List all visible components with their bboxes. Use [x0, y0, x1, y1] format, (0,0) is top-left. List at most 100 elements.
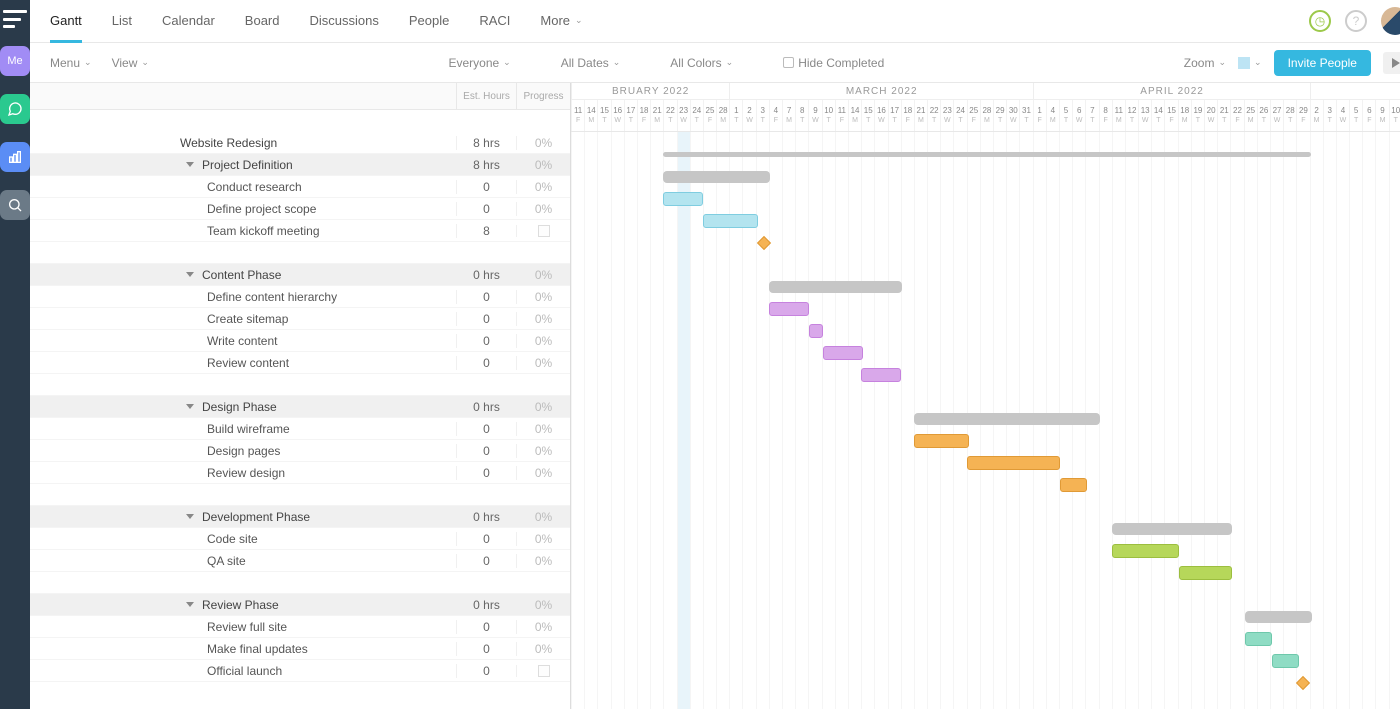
caret-down-icon[interactable] — [186, 272, 194, 277]
task-est: 0 — [456, 180, 516, 194]
colors-filter[interactable]: All Colors⌄ — [670, 56, 733, 70]
task-row[interactable]: QA site00% — [30, 550, 570, 572]
dashboard-icon[interactable] — [0, 142, 30, 172]
task-name-label: Website Redesign — [180, 136, 277, 150]
tab-list[interactable]: List — [112, 13, 132, 30]
task-row[interactable]: Review design00% — [30, 462, 570, 484]
gantt-bar[interactable] — [663, 171, 770, 183]
task-row[interactable]: Development Phase0 hrs0% — [30, 506, 570, 528]
task-progress: 0% — [516, 356, 570, 370]
gantt-bar[interactable] — [1245, 632, 1272, 646]
task-row[interactable]: Official launch0 — [30, 660, 570, 682]
task-row[interactable]: Make final updates00% — [30, 638, 570, 660]
task-row[interactable]: Write content00% — [30, 330, 570, 352]
date-header: 11F — [835, 100, 848, 131]
month-header — [1310, 83, 1400, 99]
task-row[interactable]: Review full site00% — [30, 616, 570, 638]
date-header: 2W — [742, 100, 755, 131]
task-row[interactable]: Design pages00% — [30, 440, 570, 462]
date-header: 14M — [848, 100, 861, 131]
date-header: 16W — [874, 100, 887, 131]
help-icon[interactable]: ? — [1345, 10, 1367, 32]
gantt-bar[interactable] — [1112, 523, 1232, 535]
dates-filter[interactable]: All Dates⌄ — [561, 56, 621, 70]
chevron-down-icon: ⌄ — [503, 57, 511, 68]
tab-discussions[interactable]: Discussions — [310, 13, 379, 30]
task-name-label: Team kickoff meeting — [207, 224, 320, 238]
task-row[interactable]: Define content hierarchy00% — [30, 286, 570, 308]
chevron-down-icon: ⌄ — [141, 57, 149, 68]
task-row[interactable]: Team kickoff meeting8 — [30, 220, 570, 242]
gantt-bar[interactable] — [1245, 611, 1312, 623]
task-row[interactable]: Build wireframe00% — [30, 418, 570, 440]
gantt-bar[interactable] — [663, 192, 703, 206]
tab-people[interactable]: People — [409, 13, 449, 30]
gantt-bar[interactable] — [967, 456, 1060, 470]
task-est: 0 hrs — [456, 268, 516, 282]
task-row[interactable]: Project Definition8 hrs0% — [30, 154, 570, 176]
clock-icon[interactable]: ◷ — [1309, 10, 1331, 32]
caret-down-icon[interactable] — [186, 404, 194, 409]
date-header: 10T — [822, 100, 835, 131]
date-header: 4W — [1336, 100, 1349, 131]
task-row[interactable]: Design Phase0 hrs0% — [30, 396, 570, 418]
task-row[interactable]: Define project scope00% — [30, 198, 570, 220]
caret-down-icon[interactable] — [186, 514, 194, 519]
hide-completed-checkbox[interactable]: Hide Completed — [783, 56, 884, 70]
gantt-bar[interactable] — [1112, 544, 1179, 558]
gantt-bar[interactable] — [914, 434, 969, 448]
chat-icon[interactable] — [0, 94, 30, 124]
task-row[interactable]: Create sitemap00% — [30, 308, 570, 330]
milestone-diamond[interactable] — [757, 236, 771, 250]
task-row[interactable]: Code site00% — [30, 528, 570, 550]
menu-dropdown[interactable]: Menu⌄ — [50, 56, 92, 70]
task-progress: 0% — [516, 620, 570, 634]
invite-button[interactable]: Invite People — [1274, 50, 1371, 76]
gantt-bar[interactable] — [823, 346, 863, 360]
date-header: 28M — [980, 100, 993, 131]
chevron-down-icon: ⌄ — [726, 57, 734, 68]
color-picker[interactable]: ⌄ — [1238, 57, 1262, 69]
task-est: 0 — [456, 532, 516, 546]
gantt-bar[interactable] — [1179, 566, 1232, 580]
gantt-bar[interactable] — [861, 368, 901, 382]
gantt-bar[interactable] — [1060, 478, 1087, 492]
search-icon[interactable] — [0, 190, 30, 220]
tab-more[interactable]: More⌄ — [540, 13, 582, 30]
me-button[interactable]: Me — [0, 46, 30, 76]
gantt-bar[interactable] — [809, 324, 823, 338]
date-header: 5T — [1059, 100, 1072, 131]
task-row[interactable]: Review content00% — [30, 352, 570, 374]
task-row[interactable]: Review Phase0 hrs0% — [30, 594, 570, 616]
date-header: 15T — [597, 100, 610, 131]
gantt-bar[interactable] — [914, 413, 1100, 425]
gantt-bar[interactable] — [769, 302, 809, 316]
user-avatar[interactable] — [1381, 7, 1400, 35]
zoom-dropdown[interactable]: Zoom⌄ — [1184, 56, 1226, 70]
task-progress: 0% — [516, 400, 570, 414]
date-header: 19T — [1191, 100, 1204, 131]
gantt-bar[interactable] — [1272, 654, 1299, 668]
tab-raci[interactable]: RACI — [479, 13, 510, 30]
caret-down-icon[interactable] — [186, 602, 194, 607]
gantt-bar[interactable] — [663, 152, 1311, 157]
tab-calendar[interactable]: Calendar — [162, 13, 215, 30]
task-progress: 0% — [516, 202, 570, 216]
milestone-diamond[interactable] — [1296, 676, 1310, 690]
task-row[interactable]: Website Redesign8 hrs0% — [30, 132, 570, 154]
gantt-bar[interactable] — [703, 214, 758, 228]
gantt-chart[interactable]: BRUARY 2022MARCH 2022APRIL 2022 11F14M15… — [571, 83, 1400, 709]
color-swatch-icon — [1238, 57, 1250, 69]
everyone-filter[interactable]: Everyone⌄ — [448, 56, 510, 70]
month-header: BRUARY 2022 — [571, 83, 729, 99]
date-header: 29F — [1296, 100, 1309, 131]
caret-down-icon[interactable] — [186, 162, 194, 167]
tab-gantt[interactable]: Gantt — [50, 13, 82, 30]
gantt-bar[interactable] — [769, 281, 902, 293]
tab-board[interactable]: Board — [245, 13, 280, 30]
view-dropdown[interactable]: View⌄ — [112, 56, 149, 70]
app-logo[interactable] — [3, 10, 27, 28]
task-row[interactable]: Content Phase0 hrs0% — [30, 264, 570, 286]
video-button[interactable] — [1383, 52, 1400, 74]
task-row[interactable]: Conduct research00% — [30, 176, 570, 198]
